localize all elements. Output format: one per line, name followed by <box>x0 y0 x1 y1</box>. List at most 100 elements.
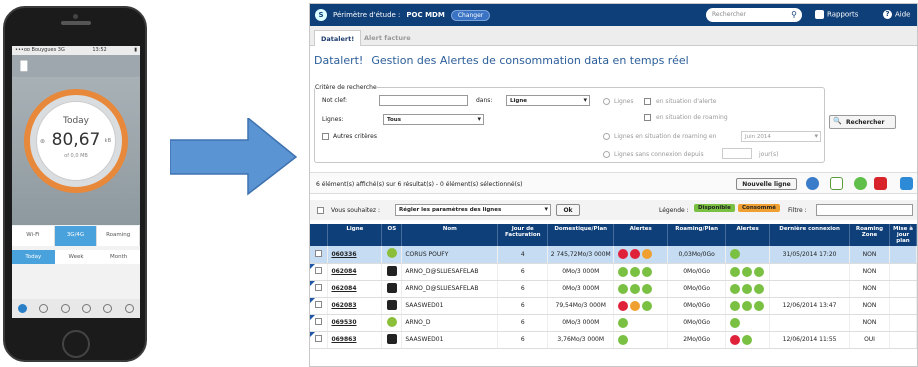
cell-domestique: 2 745,72Mo/3 000M <box>547 246 615 264</box>
stats-icon[interactable]: ▐▌ <box>17 62 31 72</box>
select-all-checkbox[interactable] <box>317 207 324 214</box>
phone-bottom-nav <box>12 299 140 318</box>
line-link[interactable]: 062084 <box>331 268 356 275</box>
filter-input[interactable] <box>816 204 913 216</box>
row-checkbox[interactable] <box>315 301 323 308</box>
cell-jour: 6 <box>497 263 549 281</box>
alert-green-icon <box>742 300 753 311</box>
table-row[interactable]: 069530 ARNO_D 6 0Mo/3 000M 0Mo/0Go NON <box>310 314 918 332</box>
line-link[interactable]: 069863 <box>331 336 356 343</box>
keyword-input[interactable] <box>379 95 468 106</box>
search-button[interactable]: Rechercher <box>829 115 896 129</box>
table-row[interactable]: 060336 CORUS POUFY 4 2 745,72Mo/3 000M 0,03M… <box>310 246 918 264</box>
search-icon[interactable]: ⚲ <box>791 10 797 19</box>
app-window: S Périmètre d'étude : POC MDM Changer Re… <box>309 3 918 367</box>
table-row[interactable]: 062083 SAASWED01 6 79,54Mo/3 000M 0Mo/0Go 12/… <box>310 297 918 315</box>
roaming-situation-checkbox[interactable] <box>644 114 651 121</box>
dans-select[interactable]: Ligne <box>506 95 590 106</box>
cell-ligne[interactable]: 069863 <box>327 331 383 349</box>
row-checkbox[interactable] <box>315 284 323 291</box>
battery-icon: ▮ <box>134 47 137 53</box>
export-excel-icon[interactable] <box>830 177 843 190</box>
period-month[interactable]: Month <box>97 250 140 264</box>
cell-os <box>381 263 403 281</box>
ok-button[interactable]: Ok <box>556 204 580 216</box>
gauge-value: 80,67 <box>51 130 101 150</box>
cell-ligne[interactable]: 069530 <box>327 314 383 332</box>
nav-list-icon[interactable] <box>39 304 49 313</box>
col-alertes-dom[interactable]: Alertes <box>613 224 669 246</box>
cell-domestique: 0Mo/3 000M <box>547 280 615 298</box>
action-select[interactable]: Régler les paramètres des lignes <box>395 204 551 216</box>
search-input[interactable]: Rechercher ⚲ <box>706 8 802 22</box>
tab-datalert[interactable]: Datalert! <box>314 30 362 46</box>
col-domestique[interactable]: Domestique/Plan <box>547 224 615 246</box>
gauge-today-label: Today <box>62 116 90 126</box>
page-title-text: Gestion des Alertes de consommation data… <box>371 54 689 67</box>
line-link[interactable]: 062084 <box>331 285 356 292</box>
radio-lines-alert[interactable] <box>603 98 610 105</box>
tab-3g4g[interactable]: 3G/4G <box>54 226 98 246</box>
other-criteria-checkbox[interactable] <box>322 133 329 140</box>
nav-chart-icon[interactable] <box>82 304 92 313</box>
help-link[interactable]: ? Aide <box>883 10 910 19</box>
roaming-month-select[interactable]: Juin 2014 <box>741 131 821 142</box>
row-checkbox[interactable] <box>315 267 323 274</box>
cell-ligne[interactable]: 062084 <box>327 280 383 298</box>
col-roaming[interactable]: Roaming/Plan <box>667 224 727 246</box>
tab-alert-facture[interactable]: Alert facture <box>358 30 417 46</box>
col-os[interactable]: OS <box>381 224 403 246</box>
nav-gauge-icon[interactable] <box>18 304 28 313</box>
phone-top-bar: ▐▌ <box>12 55 140 77</box>
col-derniere[interactable]: Dernière connexion <box>769 224 851 246</box>
line-link[interactable]: 060336 <box>331 251 356 258</box>
new-line-button[interactable]: Nouvelle ligne <box>736 178 797 190</box>
nav-settings-icon[interactable] <box>124 304 134 313</box>
phone-time: 13:52 <box>92 47 107 53</box>
row-checkbox-cell <box>310 246 329 264</box>
radio-roaming-month[interactable] <box>603 133 610 140</box>
cell-ligne[interactable]: 060336 <box>327 246 383 264</box>
col-nom[interactable]: Nom <box>401 224 499 246</box>
radio-no-connection[interactable] <box>603 151 610 158</box>
row-checkbox[interactable] <box>315 335 323 342</box>
col-zone[interactable]: Roaming Zone <box>849 224 890 246</box>
tab-roaming[interactable]: Roaming <box>97 226 140 246</box>
lines-select[interactable]: Tous <box>383 114 484 125</box>
no-connection-days-input[interactable] <box>722 148 752 159</box>
cell-ligne[interactable]: 062083 <box>327 297 383 315</box>
col-alertes-roam[interactable]: Alertes <box>725 224 771 246</box>
table-row[interactable]: 069863 SAASWED01 6 3,76Mo/3 000M 2Mo/0Go 12/0… <box>310 331 918 349</box>
nav-alert-icon[interactable] <box>60 304 70 313</box>
row-checkbox[interactable] <box>315 318 323 325</box>
row-checkbox[interactable] <box>315 249 323 257</box>
change-button[interactable]: Changer <box>450 9 491 21</box>
cell-maj <box>889 263 918 281</box>
app-header: S Périmètre d'étude : POC MDM Changer Re… <box>310 4 917 26</box>
export-pdf-icon[interactable] <box>874 177 887 190</box>
reports-link[interactable]: Rapports <box>815 10 858 19</box>
ios-icon <box>386 299 397 310</box>
cell-os <box>381 297 403 315</box>
table-row[interactable]: 062084 ARNO_D@SLUESAFELAB 6 0Mo/3 000M 0Mo/0… <box>310 263 918 281</box>
refresh-icon[interactable] <box>806 177 819 190</box>
sms-icon[interactable] <box>854 177 867 190</box>
col-ligne[interactable]: Ligne <box>327 224 383 246</box>
col-maj[interactable]: Mise à jour plan <box>889 224 918 246</box>
line-link[interactable]: 062083 <box>331 302 356 309</box>
cell-maj <box>889 297 918 315</box>
period-week[interactable]: Week <box>55 250 98 264</box>
col-jour[interactable]: Jour de Facturation <box>497 224 549 246</box>
alert-situation-checkbox[interactable] <box>644 98 651 105</box>
table-row[interactable]: 062084 ARNO_D@SLUESAFELAB 6 0Mo/3 000M 0Mo/0… <box>310 280 918 298</box>
cell-os <box>381 280 403 298</box>
nav-history-icon[interactable] <box>103 304 113 313</box>
lines-table: Ligne OS Nom Jour de Facturation Domesti… <box>310 224 918 349</box>
line-link[interactable]: 069530 <box>331 319 356 326</box>
cell-ligne[interactable]: 062084 <box>327 263 383 281</box>
cell-jour: 6 <box>497 331 549 349</box>
cell-maj <box>889 280 918 298</box>
period-today[interactable]: Today <box>12 250 55 264</box>
sync-icon[interactable] <box>900 177 913 190</box>
tab-wifi[interactable]: Wi-Fi <box>12 226 55 246</box>
